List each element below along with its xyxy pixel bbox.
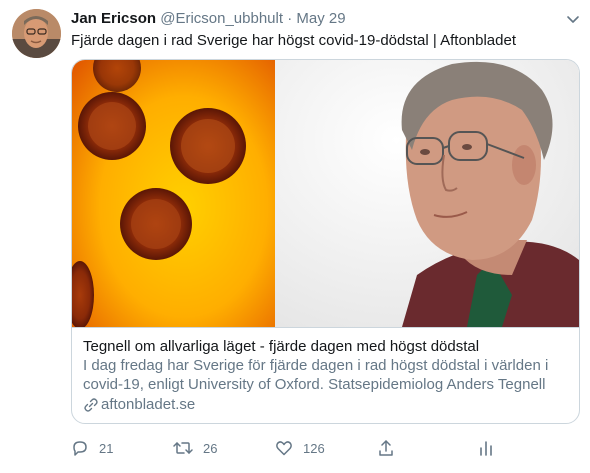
header-separator: · bbox=[287, 10, 293, 27]
card-image[interactable] bbox=[72, 60, 579, 327]
card-domain-label: aftonbladet.se bbox=[101, 396, 196, 413]
share-button[interactable] bbox=[377, 437, 395, 459]
like-button[interactable]: 126 bbox=[275, 437, 325, 459]
chevron-down-icon[interactable] bbox=[564, 10, 582, 28]
retweet-count: 26 bbox=[203, 440, 218, 456]
like-count: 126 bbox=[303, 440, 325, 456]
like-icon bbox=[276, 441, 292, 456]
author-handle[interactable]: @Ericson_ubbhult bbox=[160, 10, 283, 27]
reply-count: 21 bbox=[99, 440, 114, 456]
tweet-date[interactable]: May 29 bbox=[296, 10, 345, 27]
card-domain[interactable]: aftonbladet.se bbox=[83, 395, 568, 414]
retweet-icon bbox=[173, 442, 193, 454]
share-icon bbox=[379, 440, 393, 456]
link-icon bbox=[84, 397, 98, 412]
tweet-header: Jan Ericson @Ericson_ubbhult · May 29 bbox=[71, 9, 550, 31]
avatar[interactable] bbox=[12, 9, 61, 58]
tweet-actions: 21 26 126 bbox=[71, 437, 580, 459]
card-description: I dag fredag har Sverige för fjärde dage… bbox=[83, 357, 549, 393]
retweet-button[interactable]: 26 bbox=[173, 437, 217, 459]
tweet[interactable]: Jan Ericson @Ericson_ubbhult · May 29 Fj… bbox=[0, 0, 590, 473]
analytics-button[interactable] bbox=[477, 437, 495, 459]
analytics-icon bbox=[480, 441, 492, 456]
reply-button[interactable]: 21 bbox=[71, 437, 113, 459]
tweet-text: Fjärde dagen i rad Sverige har högst cov… bbox=[71, 32, 517, 49]
card-title[interactable]: Tegnell om allvarliga läget - fjärde dag… bbox=[83, 337, 568, 356]
author-name[interactable]: Jan Ericson bbox=[71, 10, 156, 27]
reply-icon bbox=[73, 441, 87, 456]
card-body[interactable]: Tegnell om allvarliga läget - fjärde dag… bbox=[72, 327, 579, 423]
link-card[interactable]: Tegnell om allvarliga läget - fjärde dag… bbox=[71, 59, 580, 424]
